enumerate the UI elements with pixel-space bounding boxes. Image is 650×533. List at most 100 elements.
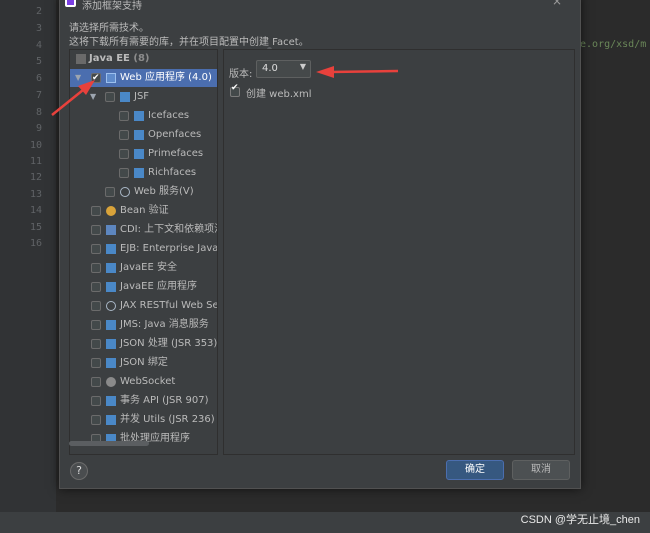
javaee-application-checkbox[interactable] xyxy=(91,282,101,292)
tree-item-label: EJB: Enterprise Java Be xyxy=(120,243,218,254)
tree-item-transaction-api[interactable]: 事务 API (JSR 907) xyxy=(70,392,217,410)
create-web-xml-label: 创建 web.xml xyxy=(246,89,312,100)
tree-group-label: Java EE (8) xyxy=(89,53,150,64)
bean-validation-checkbox[interactable] xyxy=(91,206,101,216)
line-number: 13 xyxy=(29,189,42,200)
tree-item-javaee-application[interactable]: JavaEE 应用程序 xyxy=(70,278,217,296)
line-gutter: 2 3 4 5 6 7 8 9 10 11 12 13 14 15 16 xyxy=(0,0,56,533)
description-line-2: 这将下载所有需要的库，并在项目配置中创建 Facet。 xyxy=(69,37,309,48)
line-number: 4 xyxy=(35,40,42,51)
tree-item-label: JavaEE 应用程序 xyxy=(120,281,197,292)
ejb-icon xyxy=(106,244,116,254)
tree-item-web-application[interactable]: ▼ Web 应用程序 (4.0) xyxy=(70,69,217,87)
jms-checkbox[interactable] xyxy=(91,320,101,330)
javaee-security-checkbox[interactable] xyxy=(91,263,101,273)
tree-item-richfaces[interactable]: Richfaces xyxy=(70,164,217,182)
tree-item-label: Bean 验证 xyxy=(120,205,169,216)
tree-item-label: JSON 绑定 xyxy=(120,357,168,368)
richfaces-checkbox[interactable] xyxy=(119,168,129,178)
jsf-library-icon xyxy=(134,168,144,178)
tree-item-label: Icefaces xyxy=(148,110,190,121)
close-icon[interactable]: × xyxy=(552,0,562,8)
tree-item-label: 并发 Utils (JSR 236) xyxy=(120,414,215,425)
line-number: 11 xyxy=(29,156,42,167)
web-services-checkbox[interactable] xyxy=(105,187,115,197)
tree-item-jsf[interactable]: ▼ JSF xyxy=(70,88,217,106)
jms-icon xyxy=(106,320,116,330)
tree-item-cdi[interactable]: CDI: 上下文和依赖项注 xyxy=(70,221,217,239)
line-number: 16 xyxy=(29,238,42,249)
tree-item-primefaces[interactable]: Primefaces xyxy=(70,145,217,163)
json-icon xyxy=(106,358,116,368)
json-binding-checkbox[interactable] xyxy=(91,358,101,368)
line-number: 7 xyxy=(35,90,42,101)
dialog-title-bar[interactable]: 添加框架支持 × xyxy=(60,0,580,13)
dialog-title: 添加框架支持 xyxy=(82,1,142,12)
web-application-checkbox[interactable] xyxy=(91,69,101,87)
ejb-checkbox[interactable] xyxy=(91,244,101,254)
tree-item-label: JMS: Java 消息服务 xyxy=(120,319,209,330)
cdi-icon xyxy=(106,225,116,235)
web-app-icon xyxy=(106,73,116,83)
tree-item-ejb[interactable]: EJB: Enterprise Java Be xyxy=(70,240,217,258)
chevron-down-icon[interactable]: ▼ xyxy=(90,88,96,106)
tree-item-json-processing[interactable]: JSON 处理 (JSR 353) xyxy=(70,335,217,353)
globe-icon xyxy=(106,301,116,311)
app-icon xyxy=(65,0,76,7)
chevron-down-icon[interactable]: ▼ xyxy=(75,69,81,87)
cdi-checkbox[interactable] xyxy=(91,225,101,235)
line-number: 8 xyxy=(35,107,42,118)
tree-item-label: JSF xyxy=(134,91,150,102)
tree-item-web-services[interactable]: Web 服务(V) xyxy=(70,183,217,201)
tree-item-json-binding[interactable]: JSON 绑定 xyxy=(70,354,217,372)
openfaces-checkbox[interactable] xyxy=(119,130,129,140)
description-line-1: 请选择所需技术。 xyxy=(69,23,149,34)
transaction-api-checkbox[interactable] xyxy=(91,396,101,406)
ok-button[interactable]: 确定 xyxy=(446,460,504,480)
jsf-library-icon xyxy=(134,130,144,140)
csdn-watermark: CSDN @学无止境_chen xyxy=(520,514,640,526)
line-number: 3 xyxy=(35,23,42,34)
tree-item-bean-validation[interactable]: Bean 验证 xyxy=(70,202,217,220)
tree-item-concurrency-utils[interactable]: 并发 Utils (JSR 236) xyxy=(70,411,217,429)
tree-horizontal-scrollbar[interactable] xyxy=(69,441,149,446)
tree-item-jms[interactable]: JMS: Java 消息服务 xyxy=(70,316,217,334)
jax-rs-checkbox[interactable] xyxy=(91,301,101,311)
help-button[interactable]: ? xyxy=(70,462,88,480)
bean-icon xyxy=(106,206,116,216)
create-web-xml-checkbox[interactable] xyxy=(230,83,240,97)
chevron-down-icon: ▼ xyxy=(299,62,306,71)
framework-tree[interactable]: Java EE (8) ▼ Web 应用程序 (4.0) ▼ JSF Icefa… xyxy=(69,49,218,455)
tree-group-java-ee[interactable]: Java EE (8) xyxy=(70,50,217,68)
code-fragment: ne.org/xsd/m xyxy=(574,39,647,50)
cancel-button[interactable]: 取消 xyxy=(512,460,570,480)
help-icon: ? xyxy=(76,464,82,477)
json-processing-checkbox[interactable] xyxy=(91,339,101,349)
tree-item-label: JAX RESTful Web Serv xyxy=(120,300,218,311)
websocket-checkbox[interactable] xyxy=(91,377,101,387)
concurrency-utils-checkbox[interactable] xyxy=(91,415,101,425)
jsf-library-icon xyxy=(134,111,144,121)
version-dropdown[interactable]: 4.0 ▼ xyxy=(256,60,311,78)
tree-item-openfaces[interactable]: Openfaces xyxy=(70,126,217,144)
tree-item-jax-rs[interactable]: JAX RESTful Web Serv xyxy=(70,297,217,315)
tree-item-icefaces[interactable]: Icefaces xyxy=(70,107,217,125)
tree-item-label: Richfaces xyxy=(148,167,197,178)
tree-item-label: Openfaces xyxy=(148,129,202,140)
jsf-checkbox[interactable] xyxy=(105,92,115,102)
framework-settings-panel: 版本: 4.0 ▼ 创建 web.xml xyxy=(223,49,575,455)
line-number: 5 xyxy=(35,56,42,67)
primefaces-checkbox[interactable] xyxy=(119,149,129,159)
websocket-icon xyxy=(106,377,116,387)
tree-item-label: WebSocket xyxy=(120,376,176,387)
add-framework-support-dialog: 添加框架支持 × 请选择所需技术。 这将下载所有需要的库，并在项目配置中创建 F… xyxy=(59,0,581,489)
line-number: 14 xyxy=(29,205,42,216)
line-number: 12 xyxy=(29,172,42,183)
line-number: 9 xyxy=(35,123,42,134)
jsf-library-icon xyxy=(134,149,144,159)
tree-item-websocket[interactable]: WebSocket xyxy=(70,373,217,391)
tree-item-label: JSON 处理 (JSR 353) xyxy=(120,338,218,349)
tree-item-javaee-security[interactable]: JavaEE 安全 xyxy=(70,259,217,277)
icefaces-checkbox[interactable] xyxy=(119,111,129,121)
javaee-icon xyxy=(106,263,116,273)
